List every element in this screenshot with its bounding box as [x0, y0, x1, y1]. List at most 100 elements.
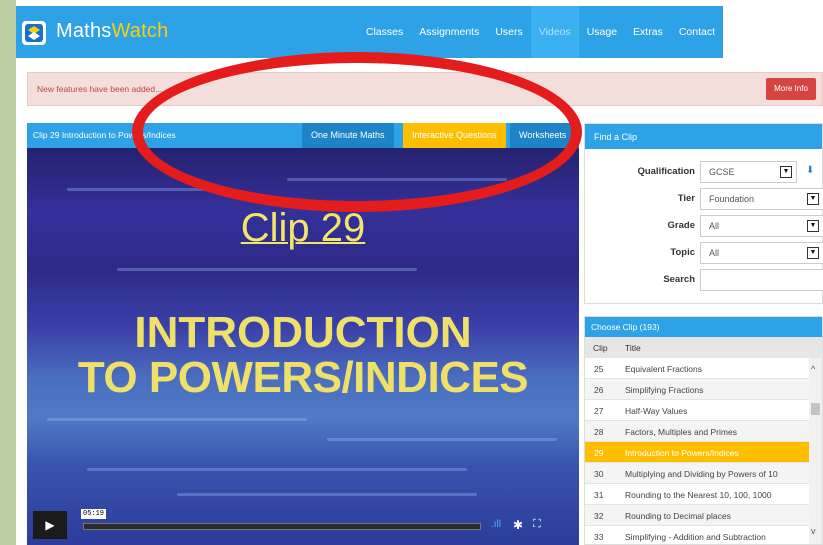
scroll-up-icon[interactable]: ^: [811, 364, 815, 374]
clip-list-item[interactable]: 29 Introduction to Powers/Indices: [585, 442, 811, 463]
clip-list-item[interactable]: 30 Multiplying and Dividing by Powers of …: [585, 463, 811, 484]
topic-select[interactable]: All ▼: [700, 242, 823, 264]
search-row: Search: [585, 269, 823, 291]
alert-text: New features have been added...: [37, 84, 163, 94]
nav-assignments[interactable]: Assignments: [411, 6, 487, 58]
clip-number: 30: [594, 469, 604, 479]
more-info-button[interactable]: More Info: [766, 78, 816, 100]
wave-streak: [47, 418, 307, 421]
brand-part-maths: Maths: [56, 20, 112, 42]
video-player[interactable]: Clip 29 INTRODUCTION TO POWERS/INDICES ▶…: [27, 148, 579, 545]
clip-list-item[interactable]: 32 Rounding to Decimal places: [585, 505, 811, 526]
slide-title-line2: TO POWERS/INDICES: [77, 353, 529, 402]
clip-title: Rounding to the Nearest 10, 100, 1000: [625, 490, 772, 500]
clip-list-item[interactable]: 27 Half-Way Values: [585, 400, 811, 421]
nav-contact[interactable]: Contact: [671, 6, 723, 58]
clip-list-item[interactable]: 28 Factors, Multiples and Primes: [585, 421, 811, 442]
sky-streak: [67, 188, 227, 191]
settings-gear-icon[interactable]: ✱: [513, 518, 523, 532]
qualification-select[interactable]: GCSE ▼: [700, 161, 797, 183]
play-button[interactable]: ▶: [33, 511, 67, 539]
brand-part-watch: Watch: [111, 20, 169, 42]
video-controls: ▶ 05:19 .ıll ✱ ⛶: [33, 509, 573, 539]
new-features-alert: New features have been added... More Inf…: [27, 72, 823, 106]
clip-table-header: Clip Title: [585, 337, 822, 358]
top-navbar: MathsWatch Classes Assignments Users Vid…: [16, 6, 723, 58]
volume-icon[interactable]: .ıll: [491, 519, 501, 530]
tier-label: Tier: [677, 193, 695, 204]
nav-classes[interactable]: Classes: [358, 6, 411, 58]
clip-list-item[interactable]: 26 Simplifying Fractions: [585, 379, 811, 400]
chevron-down-icon: ▼: [807, 193, 819, 205]
clip-title: Half-Way Values: [625, 406, 688, 416]
search-label: Search: [663, 274, 695, 285]
clip-list-item[interactable]: 25 Equivalent Fractions: [585, 358, 811, 379]
nav-extras[interactable]: Extras: [625, 6, 671, 58]
grade-select[interactable]: All ▼: [700, 215, 823, 237]
find-clip-panel: Find a Clip Qualification GCSE ▼ ⬇ Tier …: [584, 123, 823, 304]
clip-title: Rounding to Decimal places: [625, 511, 731, 521]
page-frame: MathsWatch Classes Assignments Users Vid…: [16, 0, 823, 545]
nav-users[interactable]: Users: [487, 6, 530, 58]
clip-number: 27: [594, 406, 604, 416]
scroll-down-icon[interactable]: v: [811, 526, 816, 536]
video-timeline[interactable]: [83, 523, 481, 530]
clip-number: 28: [594, 427, 604, 437]
qualification-value: GCSE: [709, 167, 735, 177]
col-title-header: Title: [625, 343, 641, 353]
brand-name[interactable]: MathsWatch: [56, 20, 168, 43]
clip-number: 26: [594, 385, 604, 395]
search-input[interactable]: [700, 269, 823, 291]
fullscreen-icon[interactable]: ⛶: [533, 518, 541, 531]
grade-row: Grade All ▼: [585, 215, 823, 237]
col-clip-header: Clip: [593, 343, 608, 353]
mathswatch-logo-icon[interactable]: [21, 20, 47, 46]
nav-usage[interactable]: Usage: [579, 6, 625, 58]
tab-interactive-questions[interactable]: Interactive Questions: [403, 123, 506, 148]
video-time: 05:19: [81, 509, 107, 519]
wave-streak: [177, 493, 477, 496]
video-header: Clip 29 Introduction to Powers/Indices O…: [27, 123, 579, 148]
tier-row: Tier Foundation ▼: [585, 188, 823, 210]
clip-title: Simplifying Fractions: [625, 385, 704, 395]
clip-number: 25: [594, 364, 604, 374]
sky-streak: [287, 178, 507, 181]
tier-select[interactable]: Foundation ▼: [700, 188, 823, 210]
grade-value: All: [709, 221, 720, 231]
nav-videos[interactable]: Videos: [530, 6, 579, 58]
sky-streak: [117, 268, 417, 271]
choose-clip-panel: Choose Clip (193) Clip Title 25 Equivalen…: [584, 316, 823, 545]
tab-worksheets[interactable]: Worksheets: [510, 123, 579, 148]
clip-list-scrollbar[interactable]: ^ v: [809, 358, 822, 544]
topic-label: Topic: [670, 247, 695, 258]
video-title: Clip 29 Introduction to Powers/Indices: [33, 130, 176, 140]
clip-number: 33: [594, 532, 604, 542]
clip-list-item[interactable]: 31 Rounding to the Nearest 10, 100, 1000: [585, 484, 811, 505]
clip-number: 29: [594, 448, 604, 458]
download-icon[interactable]: ⬇: [806, 165, 814, 176]
clip-number: 31: [594, 490, 604, 500]
clip-title: Equivalent Fractions: [625, 364, 703, 374]
tab-one-minute-maths[interactable]: One Minute Maths: [302, 123, 394, 148]
chevron-down-icon: ▼: [780, 166, 792, 178]
clip-title: Introduction to Powers/Indices: [625, 448, 739, 458]
slide-clip-number: Clip 29: [240, 206, 366, 250]
clip-title: Simplifying - Addition and Subtraction: [625, 532, 766, 542]
topic-value: All: [709, 248, 720, 258]
clip-number: 32: [594, 511, 604, 521]
clip-list-item[interactable]: 33 Simplifying - Addition and Subtraction: [585, 526, 811, 544]
find-clip-header: Find a Clip: [585, 124, 822, 149]
chevron-down-icon: ▼: [807, 247, 819, 259]
choose-clip-header: Choose Clip (193): [585, 317, 822, 337]
wave-streak: [87, 468, 467, 471]
nav-links: Classes Assignments Users Videos Usage E…: [358, 6, 723, 58]
qualification-row: Qualification GCSE ▼ ⬇: [585, 161, 823, 183]
play-icon: ▶: [45, 518, 55, 532]
topic-row: Topic All ▼: [585, 242, 823, 264]
grade-label: Grade: [667, 220, 695, 231]
tier-value: Foundation: [709, 194, 755, 204]
scroll-thumb[interactable]: [811, 403, 820, 415]
clip-title: Multiplying and Dividing by Powers of 10: [625, 469, 778, 479]
chevron-down-icon: ▼: [807, 220, 819, 232]
wave-streak: [327, 438, 557, 441]
